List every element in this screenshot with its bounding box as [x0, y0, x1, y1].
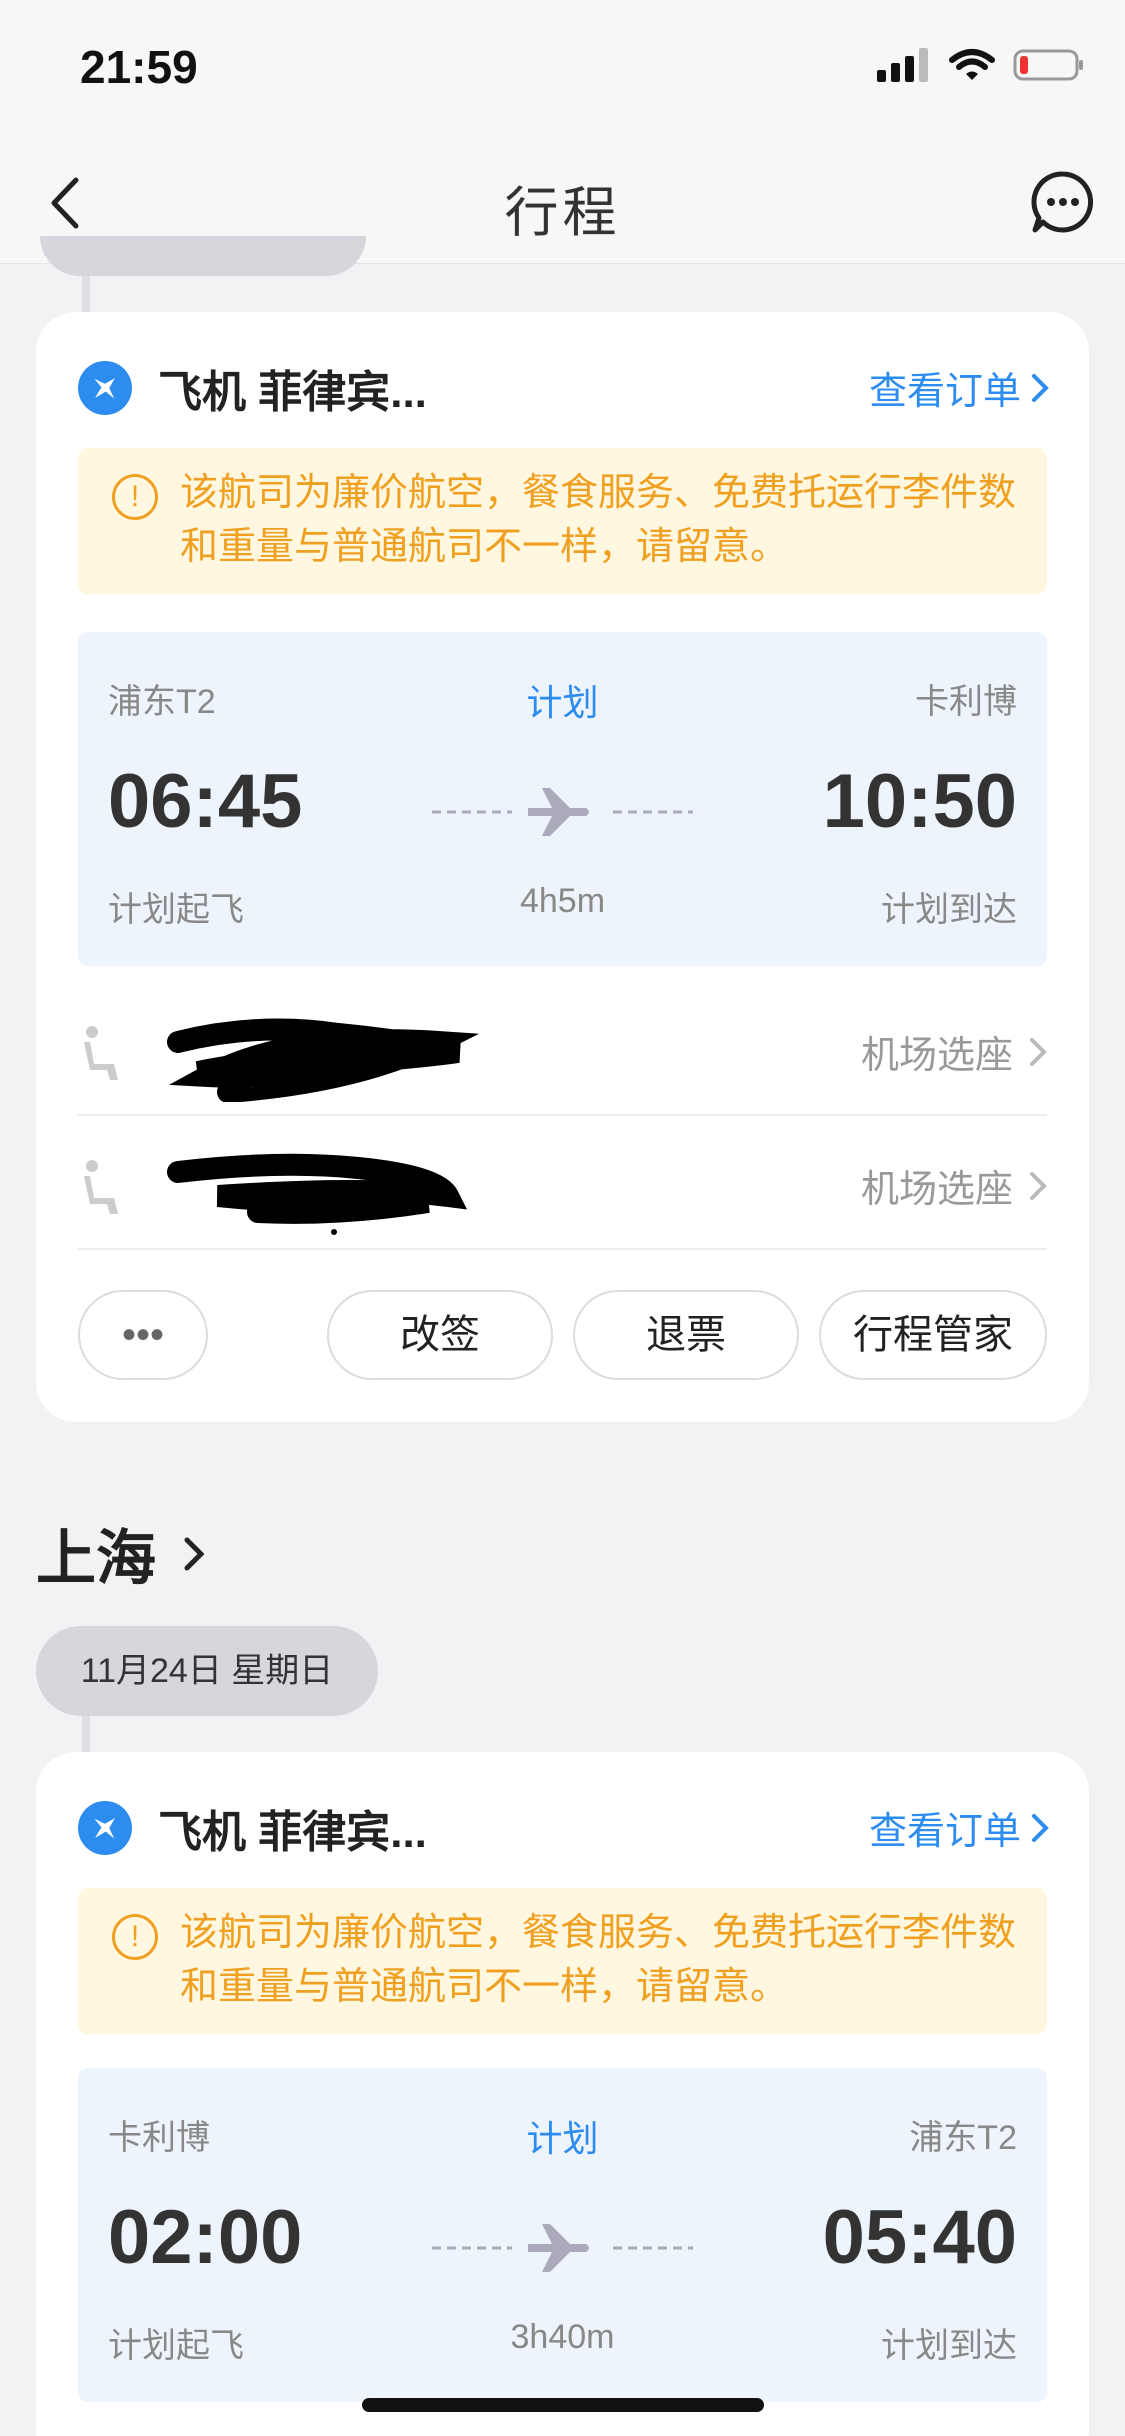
city-header[interactable]: 上海 [36, 1510, 204, 1597]
home-indicator[interactable] [362, 2398, 764, 2412]
warning-icon: ! [112, 474, 158, 520]
arrive-label: 计划到达 [881, 2327, 1017, 2365]
redacted-name [167, 1018, 480, 1102]
battery-icon [1013, 49, 1083, 81]
chevron-right-icon [184, 1537, 204, 1570]
seat-icon [84, 1160, 118, 1214]
seat-select-label: 机场选座 [860, 1035, 1013, 1077]
timeline-line [82, 1716, 90, 1752]
notice-text: 该航司为廉价航空，餐食服务、免费托运行李件数和重量与普通航司不一样，请留意。 [180, 1912, 1017, 2008]
timeline-line [82, 276, 90, 312]
depart-time: 02:00 [108, 2195, 303, 2280]
notice-text: 该航司为廉价航空，餐食服务、免费托运行李件数和重量与普通航司不一样，请留意。 [180, 472, 1017, 568]
passenger-row[interactable]: 机场选座 [78, 1116, 1047, 1250]
flight-info[interactable]: 浦东T2 计划 卡利博 06:45 10:50 计划起飞 4h5m 计划到达 [78, 632, 1047, 966]
chat-icon[interactable] [1029, 168, 1097, 236]
flight-status: 计划 [526, 682, 599, 723]
status-time: 21:59 [80, 41, 198, 93]
view-order-link[interactable]: 查看订单 [869, 360, 1049, 415]
passenger-row[interactable]: 机场选座 [78, 982, 1047, 1116]
status-bar: 21:59 [0, 0, 1125, 140]
seat-select-link[interactable]: 机场选座 [861, 1158, 1047, 1213]
flight-path-icon [432, 788, 693, 836]
arrive-airport: 卡利博 [915, 683, 1017, 721]
city-title: 上海 [36, 1525, 156, 1592]
airplane-icon [78, 361, 132, 415]
action-buttons: ••• 改签 退票 行程管家 [78, 1290, 1047, 1380]
card-header: 飞机 菲律宾... [78, 356, 427, 420]
chevron-right-icon [1032, 1813, 1049, 1842]
view-order-label: 查看订单 [868, 1811, 1021, 1853]
date-pill-partial [40, 236, 366, 276]
arrive-time: 05:40 [822, 2195, 1017, 2280]
view-order-label: 查看订单 [868, 371, 1021, 413]
refund-button[interactable]: 退票 [573, 1290, 799, 1380]
wifi-icon [949, 49, 995, 80]
signal-icon [877, 48, 928, 82]
status-icons [877, 48, 1085, 82]
warning-icon: ! [112, 1914, 158, 1960]
arrive-airport: 浦东T2 [909, 2119, 1017, 2157]
card-title: 飞机 菲律宾... [158, 368, 427, 417]
flight-card: 飞机 菲律宾... 查看订单 ! 该航司为廉价航空，餐食服务、免费托运行李件数和… [36, 1752, 1089, 2436]
flight-card: 飞机 菲律宾... 查看订单 ! 该航司为廉价航空，餐食服务、免费托运行李件数和… [36, 312, 1089, 1422]
card-title: 飞机 菲律宾... [158, 1808, 427, 1857]
flight-status: 计划 [526, 2118, 599, 2159]
seat-select-link[interactable]: 机场选座 [861, 1024, 1047, 1079]
arrive-label: 计划到达 [881, 891, 1017, 929]
more-button[interactable]: ••• [78, 1290, 208, 1380]
arrive-time: 10:50 [822, 759, 1017, 844]
date-pill: 11月24日 星期日 [36, 1626, 378, 1716]
depart-time: 06:45 [108, 759, 303, 844]
airline-notice: ! 该航司为廉价航空，餐食服务、免费托运行李件数和重量与普通航司不一样，请留意。 [78, 1888, 1047, 2034]
card-header: 飞机 菲律宾... [78, 1796, 427, 1860]
redacted-name [167, 1153, 468, 1235]
flight-path-icon [432, 2224, 693, 2272]
seat-icon [84, 1026, 118, 1080]
change-ticket-button[interactable]: 改签 [327, 1290, 553, 1380]
chevron-right-icon [1032, 373, 1049, 402]
chevron-right-icon [1030, 1171, 1047, 1200]
airline-notice: ! 该航司为廉价航空，餐食服务、免费托运行李件数和重量与普通航司不一样，请留意。 [78, 448, 1047, 594]
view-order-link[interactable]: 查看订单 [869, 1800, 1049, 1855]
chevron-right-icon [1030, 1037, 1047, 1066]
airplane-icon [78, 1801, 132, 1855]
flight-info[interactable]: 卡利博 计划 浦东T2 02:00 05:40 计划起飞 3h40m 计划到达 [78, 2068, 1047, 2402]
seat-select-label: 机场选座 [860, 1169, 1013, 1211]
trip-assistant-button[interactable]: 行程管家 [819, 1290, 1047, 1380]
